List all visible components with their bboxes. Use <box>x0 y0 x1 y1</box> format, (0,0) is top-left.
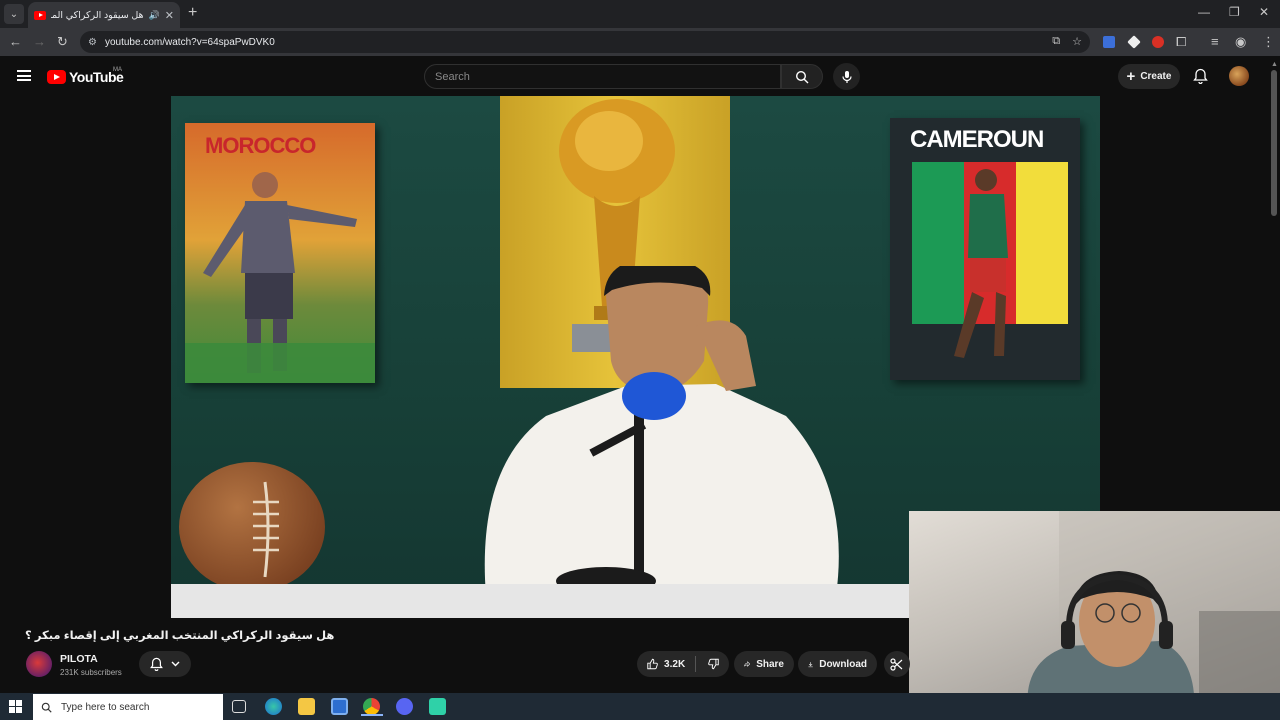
country-code: MA <box>113 67 122 73</box>
install-icon[interactable]: ⧉ <box>1052 35 1060 48</box>
tab-search-icon[interactable]: ⌄ <box>4 4 24 24</box>
kebab-menu-icon[interactable]: ⋮ <box>1262 34 1275 50</box>
youtube-favicon <box>34 10 46 20</box>
browser-tab-active[interactable]: هل سيقود الركراكي المنتخب 🔊 ✕ <box>28 2 180 28</box>
video-title: هل سيقود الركراكي المنتخب المغربي إلى إق… <box>25 630 335 642</box>
channel-avatar[interactable] <box>26 651 52 677</box>
tab-title: هل سيقود الركراكي المنتخب <box>51 9 144 21</box>
subscriber-count: 231K subscribers <box>60 668 122 677</box>
new-tab-button[interactable]: + <box>188 5 197 21</box>
search-input[interactable]: Search <box>424 64 781 89</box>
like-divider <box>695 656 696 672</box>
browser-tabstrip: ⌄ هل سيقود الركراكي المنتخب 🔊 ✕ + — ❐ ✕ <box>0 0 1280 28</box>
taskbar-search-input[interactable]: Type here to search <box>33 694 223 720</box>
page-scrollbar[interactable] <box>1271 70 1277 216</box>
plus-icon: + <box>1126 67 1136 85</box>
scroll-up-arrow[interactable]: ▲ <box>1271 61 1278 68</box>
edge-icon[interactable] <box>265 698 282 715</box>
extension-icon[interactable] <box>1127 35 1141 49</box>
chrome-icon[interactable] <box>363 698 380 715</box>
audio-playing-icon[interactable]: 🔊 <box>149 10 160 21</box>
voice-search-button[interactable] <box>833 63 860 90</box>
vintage-football-image <box>179 462 325 592</box>
media-icon[interactable]: ≡ <box>1211 34 1219 50</box>
reload-icon[interactable]: ↻ <box>57 34 68 50</box>
extensions-icon[interactable]: ⧠ <box>1176 34 1186 50</box>
search-icon <box>795 70 809 83</box>
site-info-icon[interactable]: ⚙ <box>88 37 97 48</box>
footballer-figure <box>954 169 1008 358</box>
task-view-icon[interactable] <box>232 700 246 713</box>
download-icon <box>808 661 813 667</box>
share-button[interactable]: Share <box>734 651 794 677</box>
tab-close-icon[interactable]: ✕ <box>165 9 174 22</box>
windows-taskbar: Type here to search <box>0 693 1280 720</box>
profile-icon[interactable]: ◉ <box>1235 34 1246 50</box>
youtube-header: YouTube MA Search + Create <box>0 56 1280 96</box>
download-label: Download <box>819 658 867 670</box>
ball-laces <box>253 481 279 578</box>
download-button[interactable]: Download <box>798 651 877 677</box>
forward-icon[interactable]: → <box>33 34 46 50</box>
clip-button[interactable] <box>884 651 910 677</box>
active-app-indicator <box>361 714 383 716</box>
address-bar[interactable]: ⚙ youtube.com/watch?v=64spaPwDVK0 ⧉ ☆ <box>80 31 1090 53</box>
account-avatar[interactable] <box>1229 66 1249 86</box>
chevron-down-icon <box>171 661 180 667</box>
youtube-logo[interactable]: YouTube <box>47 69 124 85</box>
dislike-icon[interactable] <box>708 657 719 671</box>
minimize-button[interactable]: — <box>1198 5 1210 19</box>
extension-icon[interactable] <box>1152 36 1164 48</box>
create-button[interactable]: + Create <box>1118 64 1180 89</box>
taskbar-search-placeholder: Type here to search <box>61 701 150 713</box>
back-icon[interactable]: ← <box>9 34 22 50</box>
browser-toolbar: ← → ↻ ⚙ youtube.com/watch?v=64spaPwDVK0 … <box>0 28 1280 56</box>
goalkeeper-figure <box>185 172 375 383</box>
file-explorer-icon[interactable] <box>298 698 315 715</box>
close-window-button[interactable]: ✕ <box>1259 5 1269 19</box>
search-button[interactable] <box>781 64 823 89</box>
morocco-poster: MOROCCO <box>185 123 375 383</box>
cameroun-poster: CAMEROUN <box>890 118 1080 380</box>
youtube-play-icon <box>47 70 66 84</box>
search-icon <box>41 702 52 713</box>
bell-icon <box>150 657 163 671</box>
presenter-figure <box>484 266 839 596</box>
translate-extension-icon[interactable] <box>1103 36 1115 48</box>
channel-name[interactable]: PILOTA <box>60 653 98 665</box>
store-icon[interactable] <box>331 698 348 715</box>
like-icon[interactable] <box>647 657 658 671</box>
like-count[interactable]: 3.2K <box>664 659 685 670</box>
mic-icon <box>841 70 852 83</box>
webcam-person-image <box>1027 511 1280 720</box>
url-text[interactable]: youtube.com/watch?v=64spaPwDVK0 <box>105 37 275 48</box>
windows-start-icon[interactable] <box>9 700 22 713</box>
share-icon <box>744 661 751 667</box>
game-icon[interactable] <box>429 698 446 715</box>
menu-icon[interactable] <box>17 70 31 81</box>
bookmark-star-icon[interactable]: ☆ <box>1072 35 1082 48</box>
webcam-overlay <box>909 511 1280 720</box>
create-label: Create <box>1140 71 1172 82</box>
like-dislike-group: 3.2K <box>637 651 729 677</box>
share-label: Share <box>756 658 784 670</box>
discord-icon[interactable] <box>396 698 413 715</box>
bell-icon[interactable] <box>1193 68 1208 84</box>
restore-button[interactable]: ❐ <box>1229 5 1240 19</box>
subscription-notifications-button[interactable] <box>139 651 191 677</box>
clip-icon <box>890 657 903 671</box>
